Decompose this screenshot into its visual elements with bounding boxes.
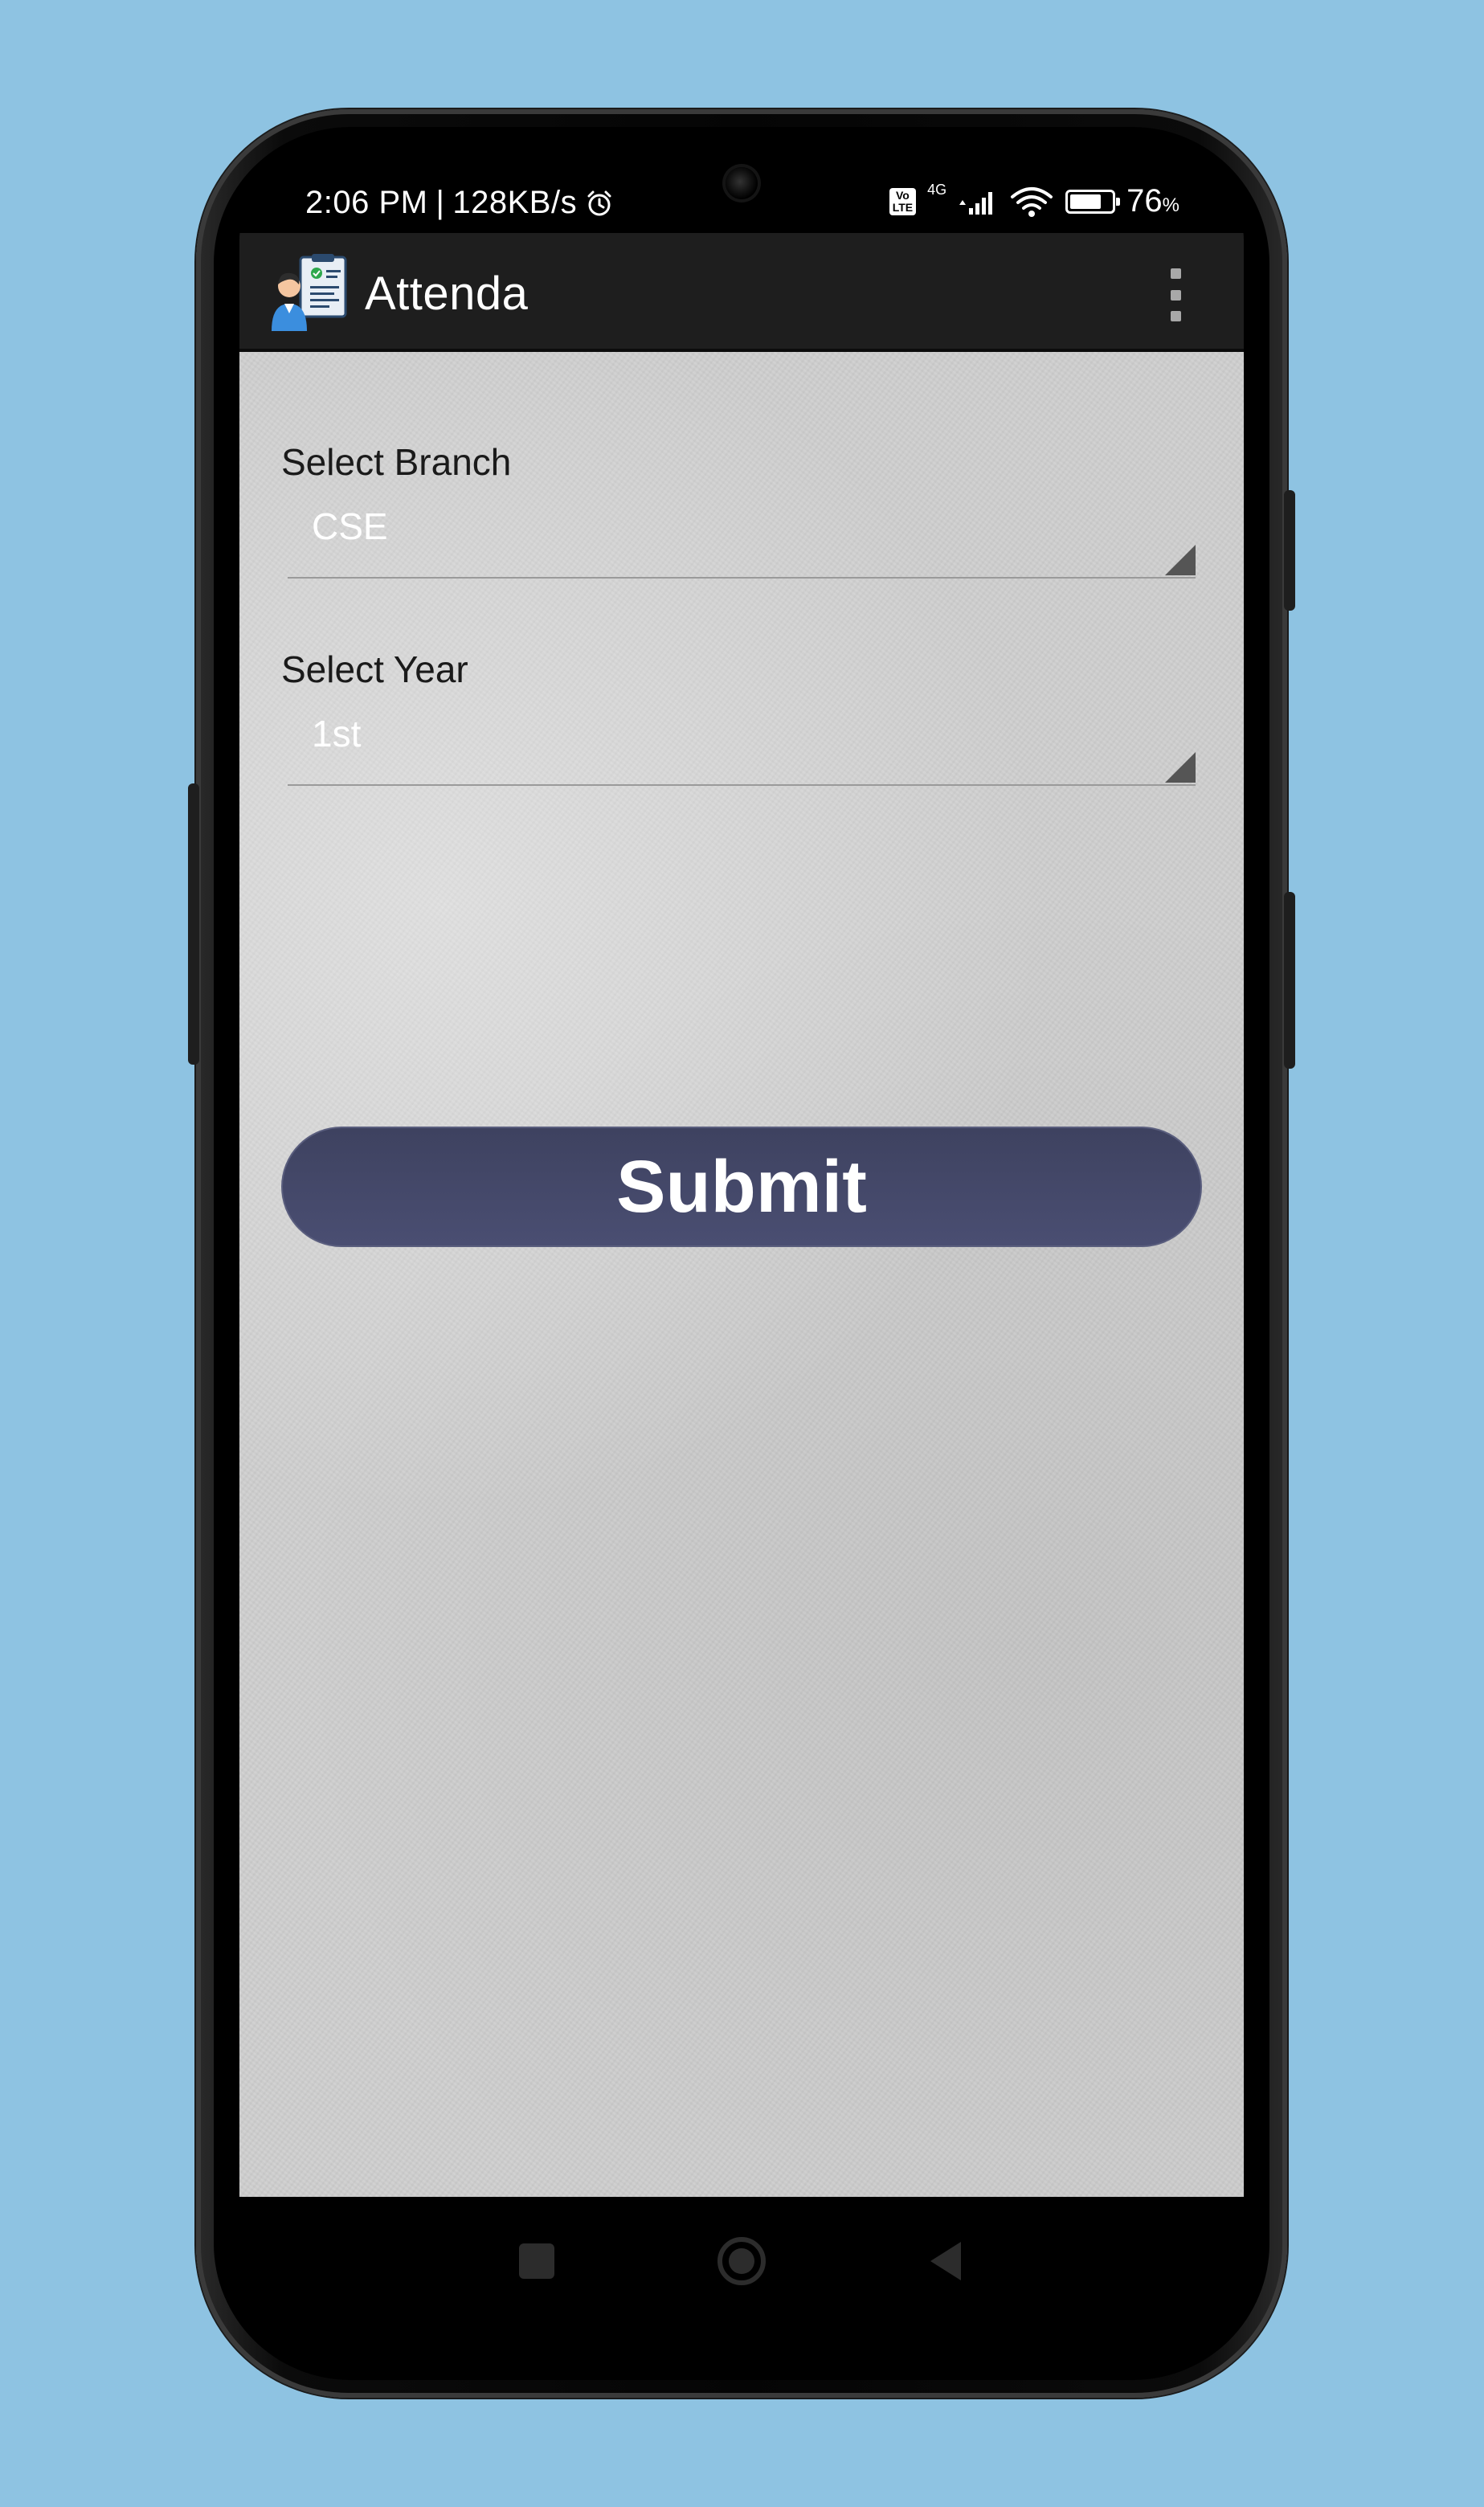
- branch-label: Select Branch: [281, 441, 512, 483]
- status-time: 2:06 PM: [305, 185, 428, 220]
- wifi-icon: [1011, 186, 1053, 217]
- status-network-speed: 128KB/s: [452, 185, 578, 220]
- status-separator: |: [435, 185, 445, 220]
- year-spinner-underline: [288, 784, 1196, 786]
- main-content: Select Branch CSE Select Year 1st Submit: [239, 352, 1244, 2197]
- phone-screen: 2:06 PM | 128KB/s Vo LTE 4G 76% Attenda …: [239, 153, 1244, 2353]
- front-camera: [726, 167, 758, 199]
- dropdown-arrow-icon: [1165, 545, 1196, 575]
- network-type: 4G: [927, 182, 947, 198]
- status-right: Vo LTE 4G 76%: [889, 182, 1179, 219]
- power-button: [1284, 490, 1295, 611]
- app-bar: Attenda: [239, 233, 1244, 352]
- more-options-button[interactable]: [1163, 268, 1188, 321]
- year-spinner[interactable]: 1st: [288, 689, 1196, 786]
- more-vert-icon-dot-1: [1170, 268, 1181, 279]
- signal-bars-icon: [959, 191, 993, 215]
- attendance-logo-icon: [272, 254, 347, 331]
- volume-button: [1284, 892, 1295, 1069]
- triangle-back-icon[interactable]: [914, 2229, 979, 2293]
- branch-selected-value: CSE: [312, 505, 388, 547]
- battery-percent-value: 76: [1126, 183, 1163, 219]
- branch-spinner-underline: [288, 577, 1196, 579]
- volte-top: Vo: [896, 188, 910, 202]
- more-vert-icon-dot-2: [1170, 289, 1181, 301]
- battery-fill: [1070, 194, 1102, 209]
- side-button-left: [188, 783, 199, 1065]
- dropdown-arrow-icon: [1165, 752, 1196, 783]
- year-label: Select Year: [281, 648, 468, 690]
- volte-badge: Vo LTE: [889, 187, 917, 215]
- app-title: Attenda: [365, 268, 529, 320]
- submit-button[interactable]: Submit: [281, 1127, 1202, 1247]
- year-selected-value: 1st: [312, 713, 362, 755]
- branch-spinner[interactable]: CSE: [288, 482, 1196, 579]
- navigation-bar: [239, 2197, 1244, 2353]
- battery-percent: 76%: [1126, 183, 1179, 219]
- status-bar: 2:06 PM | 128KB/s Vo LTE 4G 76%: [239, 153, 1244, 233]
- volte-bottom: LTE: [892, 200, 914, 214]
- more-vert-icon-dot-3: [1170, 311, 1181, 321]
- battery-percent-symbol: %: [1162, 194, 1179, 216]
- square-icon[interactable]: [505, 2229, 569, 2293]
- page-background: 2:06 PM | 128KB/s Vo LTE 4G 76% Attenda …: [0, 0, 1484, 2507]
- status-left: 2:06 PM | 128KB/s: [305, 185, 614, 221]
- battery-icon: [1065, 189, 1121, 214]
- circle-icon[interactable]: [709, 2229, 774, 2293]
- alarm-clock-icon: [587, 190, 611, 215]
